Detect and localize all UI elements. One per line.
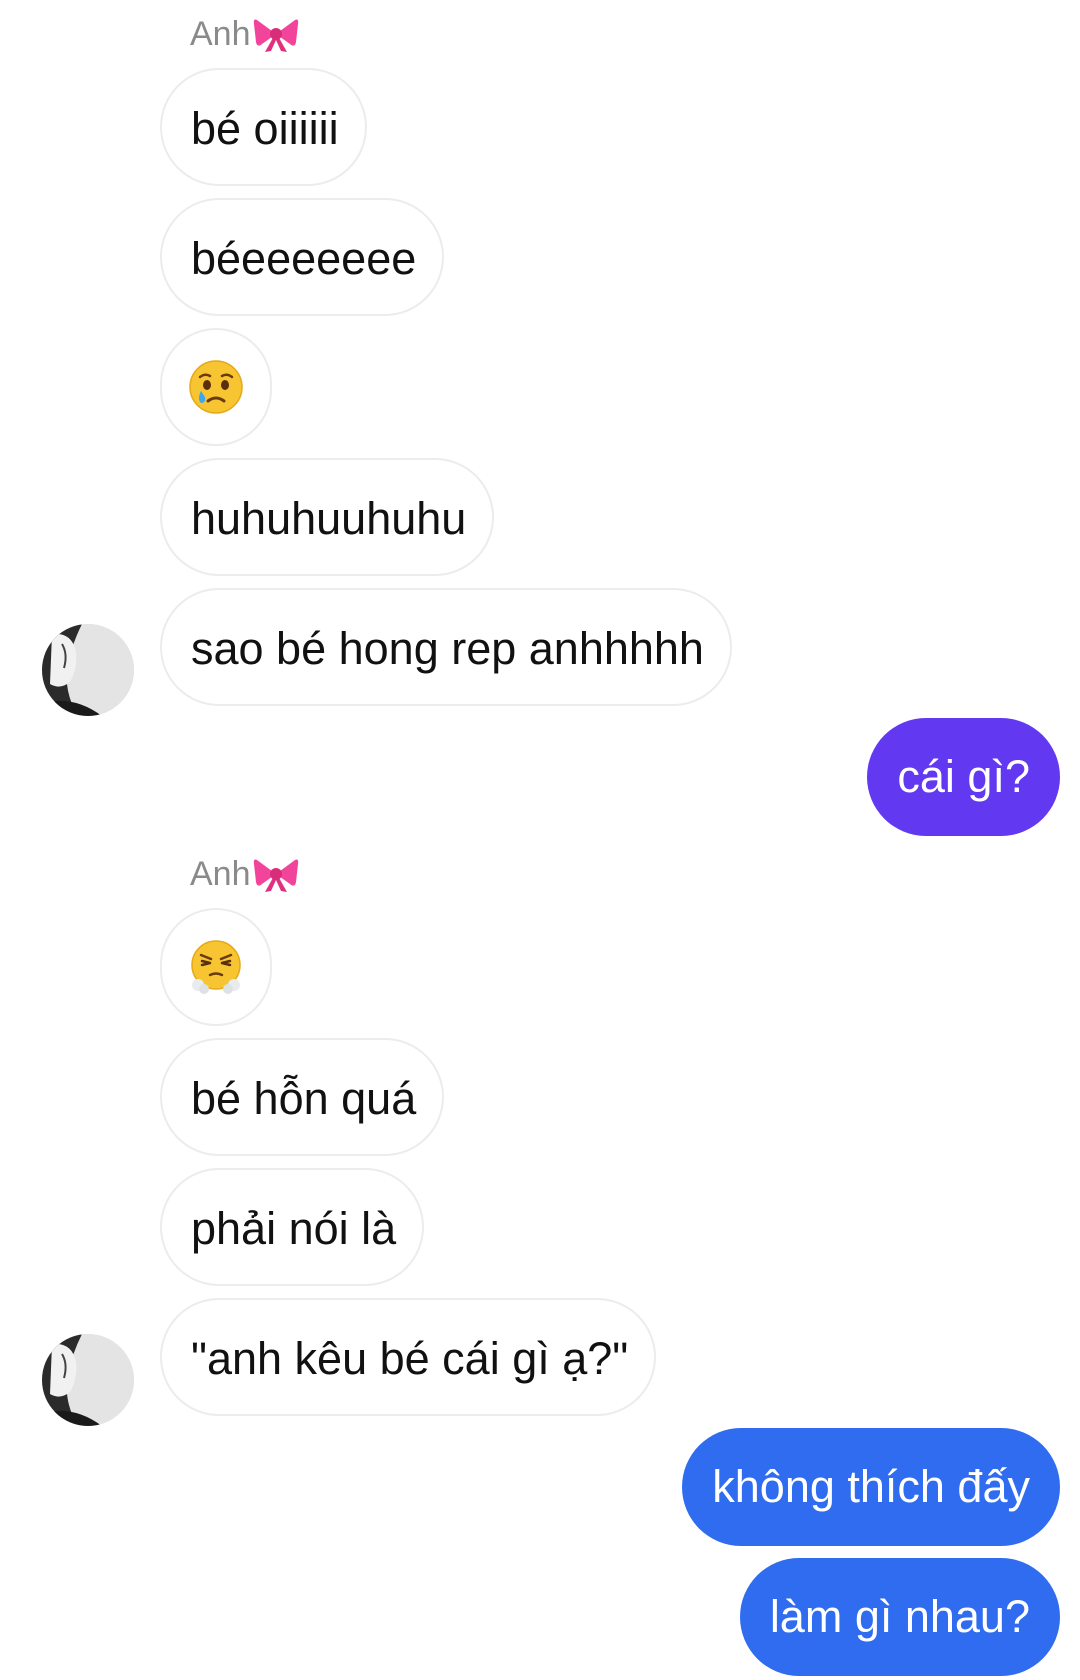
sent-message-bubble[interactable]: không thích đấy xyxy=(682,1428,1060,1546)
ribbon-icon xyxy=(253,19,298,52)
message-text: béeeeeeee xyxy=(191,233,417,284)
message-bubble[interactable]: sao bé hong rep anhhhhh xyxy=(160,588,732,706)
message-text: bé hỗn quá xyxy=(191,1073,417,1124)
sender-name-label: Anh xyxy=(190,15,251,53)
chat-thread: Anh bé oiiiiii béeeeeeee huhuhuuhuhu sao… xyxy=(0,0,1080,1680)
crying-face-icon xyxy=(189,360,243,414)
message-bubble[interactable]: "anh kêu bé cái gì ạ?" xyxy=(160,1298,657,1416)
message-text: không thích đấy xyxy=(712,1461,1030,1512)
message-text: cái gì? xyxy=(897,751,1030,802)
message-text: "anh kêu bé cái gì ạ?" xyxy=(191,1333,629,1384)
message-text: làm gì nhau? xyxy=(769,1591,1030,1642)
sent-message-bubble[interactable]: cái gì? xyxy=(867,718,1060,836)
message-text: bé oiiiiii xyxy=(191,103,339,154)
message-text: sao bé hong rep anhhhhh xyxy=(191,623,704,674)
avatar-image xyxy=(42,624,134,716)
message-bubble[interactable]: phải nói là xyxy=(160,1168,425,1286)
avatar-image xyxy=(42,1334,134,1426)
contact-avatar[interactable] xyxy=(42,624,134,716)
message-text: huhuhuuhuhu xyxy=(191,493,467,544)
message-bubble[interactable]: bé oiiiiii xyxy=(160,68,367,186)
message-bubble[interactable]: béeeeeeee xyxy=(160,198,445,316)
emoji-message-bubble[interactable] xyxy=(160,908,272,1026)
message-bubble[interactable]: bé hỗn quá xyxy=(160,1038,445,1156)
sent-message-bubble[interactable]: làm gì nhau? xyxy=(739,1558,1060,1676)
sender-name: Anh xyxy=(190,854,299,894)
sender-name-label: Anh xyxy=(190,855,251,893)
message-bubble[interactable]: huhuhuuhuhu xyxy=(160,458,495,576)
contact-avatar[interactable] xyxy=(42,1334,134,1426)
sender-name: Anh xyxy=(190,14,299,54)
message-text: phải nói là xyxy=(191,1203,397,1254)
ribbon-icon xyxy=(253,859,298,892)
emoji-message-bubble[interactable] xyxy=(160,328,272,446)
face-with-steam-icon xyxy=(191,940,241,994)
